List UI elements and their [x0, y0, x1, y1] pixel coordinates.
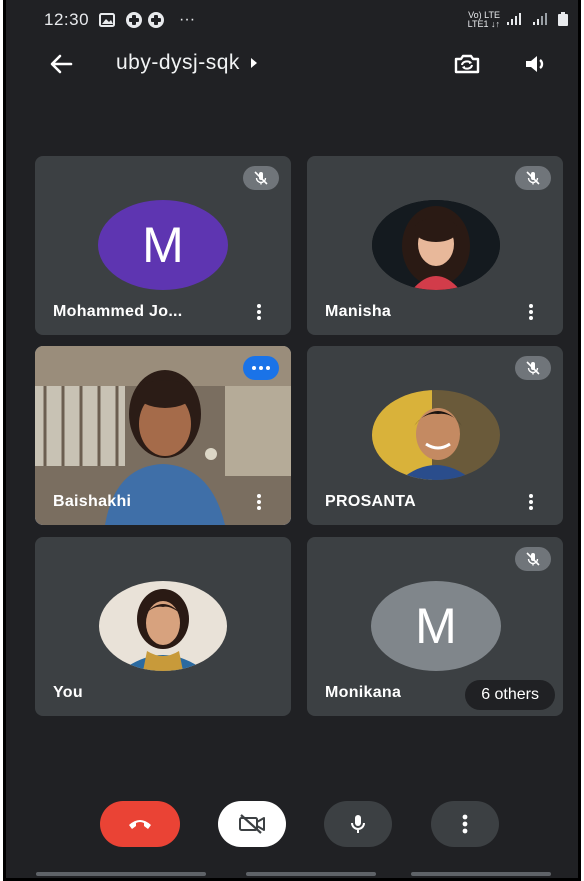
participant-name: Mohammed Jo... — [53, 303, 183, 320]
audio-output-button[interactable] — [521, 50, 551, 78]
camera-toggle-button[interactable] — [218, 801, 286, 847]
switch-camera-icon — [454, 54, 480, 74]
image-icon — [99, 13, 116, 27]
participant-tile[interactable]: You — [35, 537, 291, 716]
speaker-icon — [526, 56, 544, 72]
avatar — [372, 200, 500, 290]
more-vert-icon — [462, 814, 468, 834]
meeting-code: uby-dysj-sqk — [116, 51, 240, 74]
signal-icon — [532, 13, 552, 27]
others-count-badge[interactable]: 6 others — [465, 680, 555, 710]
more-options-button[interactable] — [525, 301, 537, 323]
participant-tile[interactable]: M Mohammed Jo... — [35, 156, 291, 335]
avatar: M — [98, 200, 228, 290]
status-bar: 12:30 ··· Vo) LTE LTE1 ↓↑ — [6, 0, 578, 40]
participant-tile[interactable]: PROSANTA — [307, 346, 563, 525]
call-icon — [147, 11, 165, 29]
participant-name: Baishakhi — [53, 493, 132, 510]
switch-camera-button[interactable] — [452, 50, 482, 78]
arrow-back-icon — [50, 54, 73, 74]
caret-right-icon — [250, 58, 257, 68]
participant-name: PROSANTA — [325, 493, 416, 510]
mic-off-icon — [515, 547, 551, 571]
speaking-indicator-icon — [243, 356, 279, 380]
overflow-icon: ··· — [179, 11, 196, 28]
nav-hint — [36, 872, 206, 876]
back-button[interactable] — [46, 50, 76, 78]
participant-name: You — [53, 684, 83, 701]
participant-name: Manisha — [325, 303, 392, 320]
mic-off-icon — [243, 166, 279, 190]
videocam-off-icon — [239, 814, 265, 834]
mic-off-icon — [515, 356, 551, 380]
signal-icon — [506, 13, 526, 27]
signal-area: Vo) LTE LTE1 ↓↑ — [468, 11, 568, 29]
participant-name: Monikana — [325, 684, 402, 701]
participant-tile[interactable]: Baishakhi — [35, 346, 291, 525]
meeting-title[interactable]: uby-dysj-sqk — [116, 51, 258, 75]
more-options-button[interactable] — [253, 301, 265, 323]
call-icon — [125, 11, 143, 29]
call-end-icon — [129, 820, 151, 829]
battery-icon — [558, 12, 568, 28]
network-sub-label: LTE1 ↓↑ — [467, 19, 500, 29]
nav-hint — [411, 872, 551, 876]
microphone-button[interactable] — [324, 801, 392, 847]
avatar — [372, 390, 500, 480]
end-call-button[interactable] — [100, 801, 180, 847]
participant-tile[interactable]: Manisha — [307, 156, 563, 335]
more-options-button[interactable] — [253, 491, 265, 513]
meet-screen: 12:30 ··· Vo) LTE LTE1 ↓↑ uby-dysj-sqk M… — [3, 0, 581, 881]
more-options-button[interactable] — [431, 801, 499, 847]
avatar — [99, 581, 227, 671]
participant-tile[interactable]: M Monikana 6 others — [307, 537, 563, 716]
status-time: 12:30 — [44, 10, 90, 29]
mic-icon — [351, 815, 365, 833]
call-header: uby-dysj-sqk — [6, 40, 578, 88]
nav-hint — [246, 872, 376, 876]
more-options-button[interactable] — [525, 491, 537, 513]
mic-off-icon — [515, 166, 551, 190]
avatar: M — [371, 581, 501, 671]
